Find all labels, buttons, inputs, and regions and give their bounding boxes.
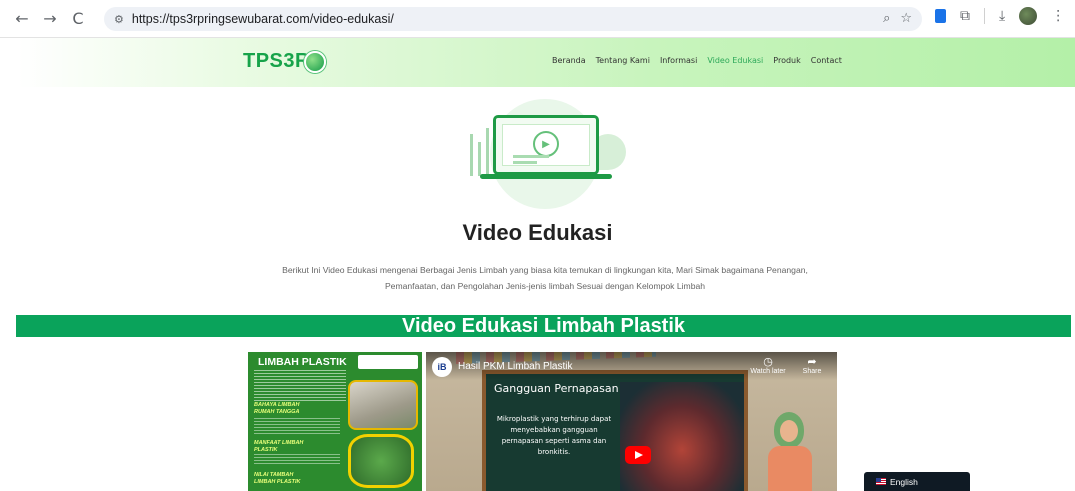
nav-beranda[interactable]: Beranda xyxy=(552,56,586,65)
nav-informasi[interactable]: Informasi xyxy=(660,56,697,65)
nav-tentang-kami[interactable]: Tentang Kami xyxy=(596,56,650,65)
poster-title: LIMBAH PLASTIK xyxy=(258,356,347,368)
channel-logo-icon[interactable]: iB xyxy=(432,357,452,377)
share-arrow-icon: ➦ xyxy=(807,355,817,368)
watch-later-label: Watch later xyxy=(750,368,786,375)
laptop-screen: ▶ xyxy=(502,124,590,166)
share-label: Share xyxy=(802,368,822,375)
bookmark-star-icon[interactable]: ☆ xyxy=(900,11,912,26)
video-body-text: Mikroplastik yang terhirup dapat menyeba… xyxy=(496,415,612,456)
address-bar[interactable]: ⚙ https://tps3rpringsewubarat.com/video-… xyxy=(104,7,922,31)
nav-buttons: ← → C xyxy=(10,7,90,31)
reading-extension-icon[interactable] xyxy=(935,9,946,23)
forward-icon[interactable]: → xyxy=(38,7,62,31)
poster-vegetable-photo xyxy=(348,434,414,488)
share-button[interactable]: ➦ Share xyxy=(792,355,832,376)
bamboo-decoration xyxy=(486,128,489,176)
language-switcher[interactable]: English xyxy=(864,472,970,491)
teacher-illustration xyxy=(766,412,816,491)
page-title: Video Edukasi xyxy=(462,220,613,245)
youtube-video-embed[interactable]: Gangguan Pernapasan Mikroplastik yang te… xyxy=(426,352,837,491)
extensions-puzzle-icon[interactable]: ⧉ xyxy=(960,8,970,24)
toolbar-right: ⧉ ⤓ ⋮ xyxy=(935,7,1065,25)
poster-subheading: MANFAAT LIMBAH PLASTIK xyxy=(254,440,304,453)
intro-text: Berikut Ini Video Edukasi mengenai Berba… xyxy=(230,262,860,294)
screen-line xyxy=(513,161,537,164)
zoom-icon[interactable]: ⌕ xyxy=(883,11,890,26)
teacher-body xyxy=(768,446,812,491)
site-header: TPS3R Beranda Tentang Kami Informasi Vid… xyxy=(18,38,1075,87)
back-icon[interactable]: ← xyxy=(10,7,34,31)
language-label: English xyxy=(890,476,918,487)
reload-icon[interactable]: C xyxy=(66,7,90,31)
nav-contact[interactable]: Contact xyxy=(811,56,842,65)
lungs-illustration xyxy=(620,382,744,491)
video-title[interactable]: Hasil PKM Limbah Plastik xyxy=(458,361,572,372)
url-text[interactable]: https://tps3rpringsewubarat.com/video-ed… xyxy=(132,12,394,26)
laptop-video-illustration: ▶ xyxy=(493,115,599,175)
nav-produk[interactable]: Produk xyxy=(773,56,800,65)
bamboo-decoration xyxy=(470,134,473,176)
poster-trash-photo xyxy=(348,380,418,430)
omnibox-actions: ⌕ ☆ xyxy=(883,11,912,26)
site-info-icon[interactable]: ⚙ xyxy=(114,13,124,26)
clock-icon: ◷ xyxy=(763,355,773,368)
watch-later-button[interactable]: ◷ Watch later xyxy=(748,355,788,376)
section-heading: Video Edukasi Limbah Plastik xyxy=(16,315,1071,337)
toolbar-divider xyxy=(984,8,985,24)
intro-line: Berikut Ini Video Edukasi mengenai Berba… xyxy=(282,265,808,275)
screen-line xyxy=(513,155,549,158)
profile-avatar[interactable] xyxy=(1019,7,1038,25)
download-icon[interactable]: ⤓ xyxy=(999,8,1005,24)
poster-body-text xyxy=(254,454,340,466)
browser-toolbar: ← → C ⚙ https://tps3rpringsewubarat.com/… xyxy=(0,0,1075,38)
leaf-globe-icon[interactable] xyxy=(304,51,326,73)
site-logo-text[interactable]: TPS3R xyxy=(243,50,310,73)
browser-menu-icon[interactable]: ⋮ xyxy=(1051,8,1065,24)
main-nav: Beranda Tentang Kami Informasi Video Edu… xyxy=(552,56,842,65)
chalkboard: Gangguan Pernapasan Mikroplastik yang te… xyxy=(482,370,748,491)
laptop-base xyxy=(480,174,612,179)
poster-subheading: NILAI TAMBAH LIMBAH PLASTIK xyxy=(254,472,301,485)
nav-video-edukasi[interactable]: Video Edukasi xyxy=(707,56,763,65)
bamboo-decoration xyxy=(478,142,481,176)
play-icon: ▶ xyxy=(533,131,559,157)
intro-line: Pemanfaatan, dan Pengolahan Jenis-jenis … xyxy=(384,281,706,291)
youtube-play-button[interactable] xyxy=(625,446,651,464)
limbah-plastik-poster[interactable]: LIMBAH PLASTIK BAHAYA LIMBAH RUMAH TANGG… xyxy=(248,352,422,491)
teacher-face xyxy=(780,420,798,442)
poster-body-text xyxy=(254,370,346,402)
poster-subheading: BAHAYA LIMBAH RUMAH TANGGA xyxy=(254,402,300,415)
poster-body-text xyxy=(254,418,340,436)
poster-logos xyxy=(358,355,418,369)
us-flag-icon xyxy=(876,478,886,485)
video-heading: Gangguan Pernapasan xyxy=(494,382,619,395)
